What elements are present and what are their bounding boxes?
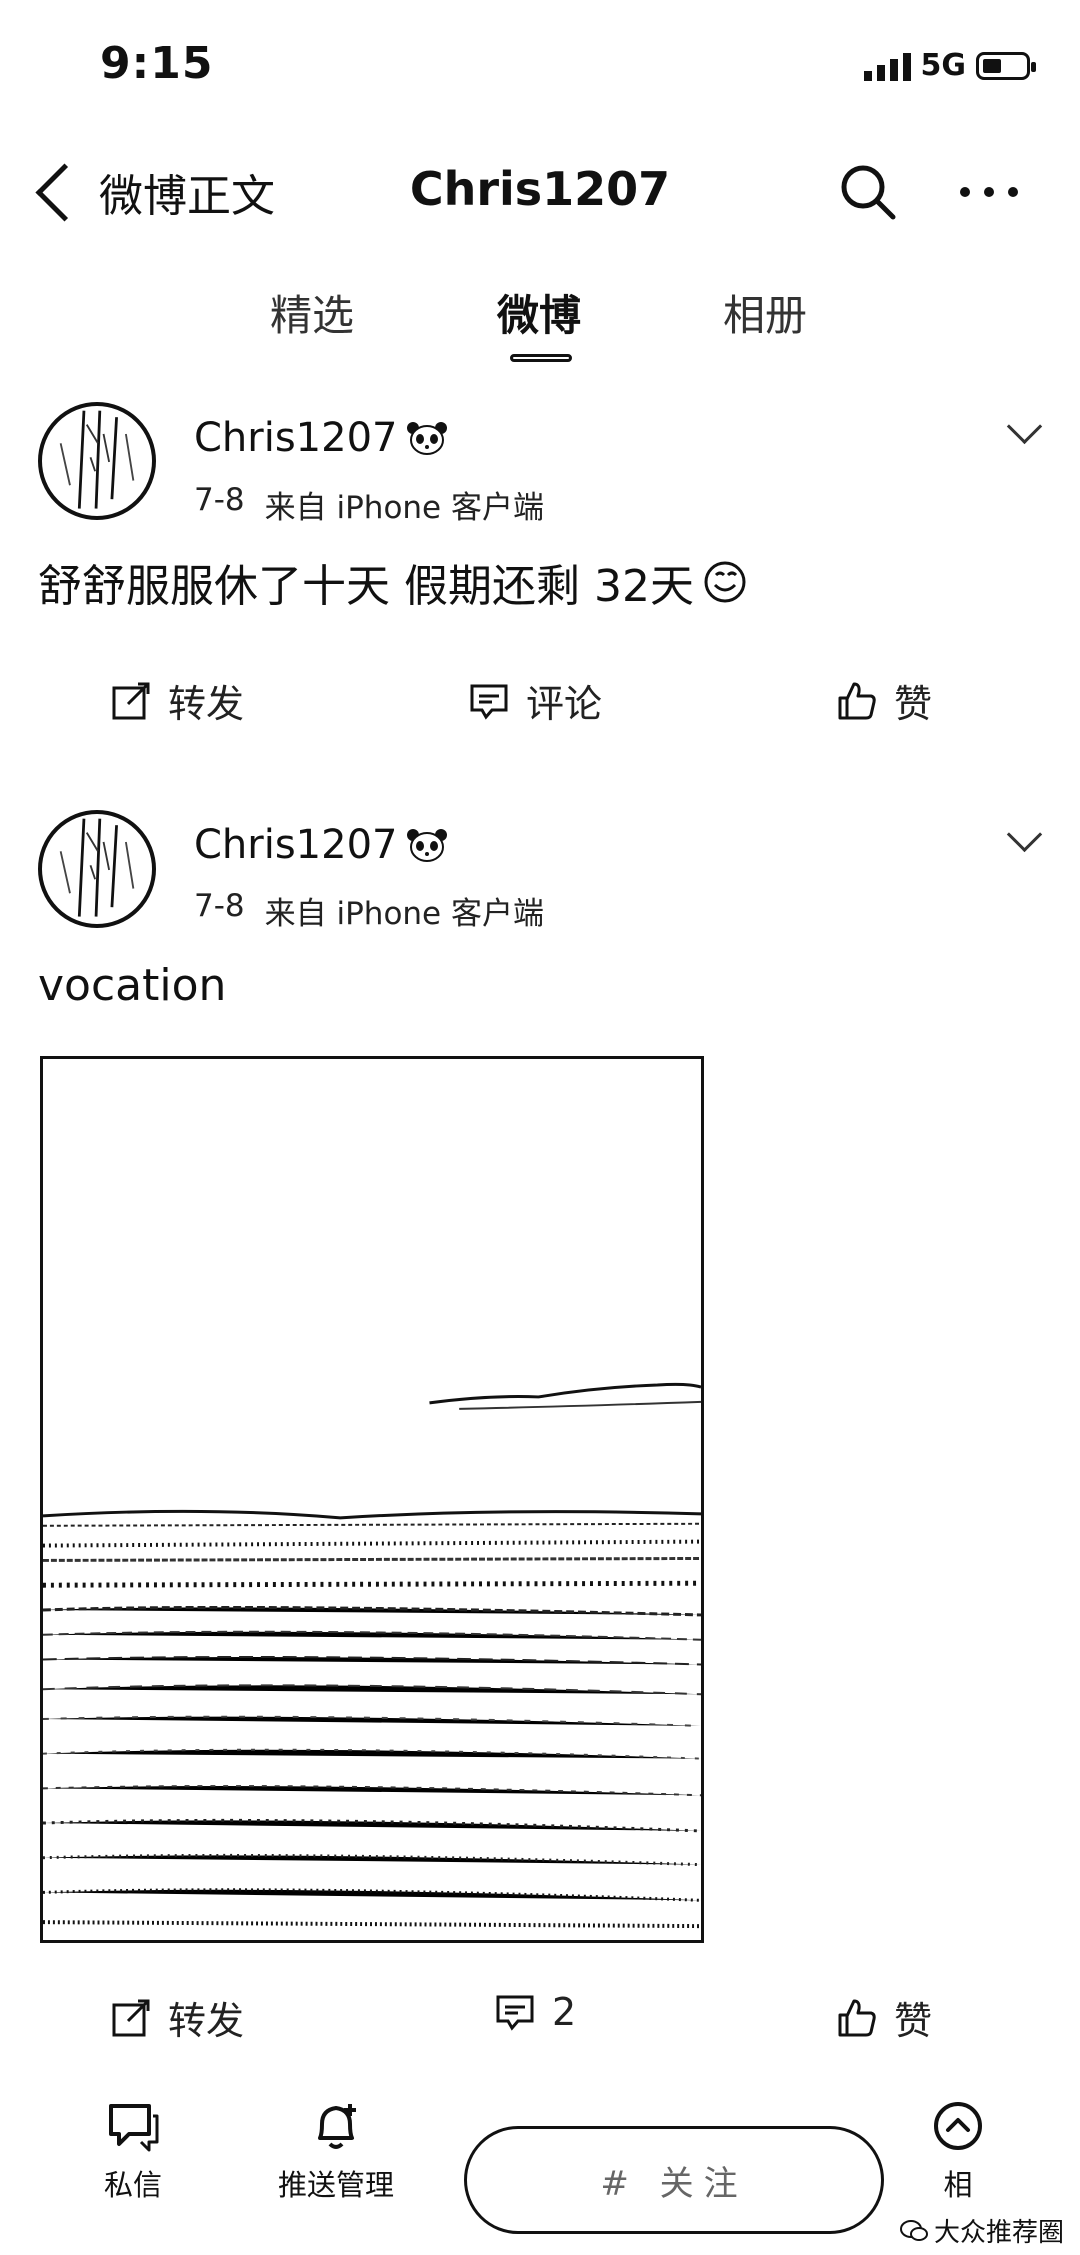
- chevron-left-icon: [35, 163, 94, 221]
- wechat-icon: [899, 2219, 928, 2241]
- recommend-button[interactable]: 相: [930, 2098, 986, 2204]
- panda-badge-icon: [407, 422, 448, 455]
- chevron-down-icon[interactable]: [1006, 408, 1043, 445]
- post-author[interactable]: Chris1207: [194, 822, 449, 868]
- comment-count: 2: [552, 1990, 577, 2034]
- post-text: vocation: [38, 960, 227, 1011]
- comment-button[interactable]: 评论: [468, 673, 602, 728]
- landscape-image: [43, 1060, 701, 1939]
- username: Chris1207: [194, 822, 398, 868]
- back-label: 微博正文: [99, 171, 275, 222]
- post-meta: 7-8 来自 iPhone 客户端: [194, 888, 544, 933]
- back-button[interactable]: 微博正文: [30, 160, 275, 224]
- signal-icon: [863, 51, 911, 81]
- network-type: 5G: [920, 48, 967, 83]
- chevron-down-icon[interactable]: [1006, 816, 1043, 853]
- like-button[interactable]: 赞: [836, 673, 932, 728]
- comment-icon: [470, 684, 508, 720]
- more-dot-icon: [1008, 187, 1018, 197]
- avatar-image: [59, 410, 135, 509]
- post-source: 来自 iPhone 客户端: [264, 896, 544, 932]
- follow-button[interactable]: # 关注: [464, 2126, 884, 2234]
- status-indicators: 5G: [863, 48, 1036, 83]
- post-source: 来自 iPhone 客户端: [264, 490, 544, 526]
- avatar-image: [59, 818, 135, 917]
- comment-button[interactable]: 2: [494, 1990, 576, 2034]
- search-button[interactable]: [838, 162, 898, 222]
- more-options-button[interactable]: [960, 180, 1060, 204]
- post-meta: 7-8 来自 iPhone 客户端: [194, 482, 544, 527]
- like-button[interactable]: 赞: [836, 1990, 932, 2045]
- repost-button[interactable]: 转发: [110, 673, 244, 728]
- search-icon: [841, 165, 896, 220]
- push-settings-button[interactable]: 推送管理: [278, 2098, 394, 2204]
- push-settings-label: 推送管理: [278, 2168, 395, 2202]
- comment-icon: [496, 1995, 534, 2031]
- repost-label: 转发: [168, 682, 245, 726]
- avatar[interactable]: [38, 402, 156, 520]
- avatar[interactable]: [38, 810, 156, 928]
- repost-label: 转发: [168, 1999, 245, 2043]
- messages-label: 私信: [104, 2168, 163, 2202]
- post-text: 舒舒服服休了十天 假期还剩 32天: [38, 561, 694, 612]
- more-dot-icon: [960, 187, 970, 197]
- like-label: 赞: [894, 682, 933, 726]
- watermark: 大众推荐圈: [899, 2212, 1064, 2249]
- repost-button[interactable]: 转发: [110, 1990, 244, 2045]
- follow-label: # 关注: [600, 2163, 748, 2204]
- more-dot-icon: [984, 187, 994, 197]
- battery-icon: [976, 51, 1036, 80]
- profile-tabs: 精选 微博 相册: [0, 282, 1080, 372]
- post-photo[interactable]: [40, 1056, 704, 1943]
- tab-weibo[interactable]: 微博: [497, 282, 581, 343]
- post-actions: 转发 2 赞: [0, 1990, 1080, 2060]
- emoji-icon: [704, 561, 746, 603]
- thumbs-up-icon: [838, 682, 876, 719]
- tab-featured[interactable]: 精选: [270, 282, 354, 343]
- chevron-up-circle-icon: [934, 2102, 982, 2150]
- repost-icon: [112, 682, 150, 719]
- messages-button[interactable]: 私信: [104, 2098, 162, 2204]
- active-tab-indicator: [510, 354, 572, 362]
- post-actions: 转发 评论 赞: [0, 673, 1080, 743]
- thumbs-up-icon: [838, 1999, 876, 2036]
- watermark-text: 大众推荐圈: [933, 2218, 1064, 2248]
- tab-album[interactable]: 相册: [723, 282, 807, 343]
- recommend-label: 相: [943, 2168, 973, 2202]
- post-author[interactable]: Chris1207: [194, 415, 449, 461]
- post-date: 7-8: [194, 888, 245, 924]
- panda-badge-icon: [407, 829, 448, 862]
- comment-label: 评论: [526, 682, 603, 726]
- post-content: 舒舒服服休了十天 假期还剩 32天: [38, 550, 748, 614]
- like-label: 赞: [894, 1999, 933, 2043]
- status-time: 9:15: [100, 38, 214, 89]
- post-date: 7-8: [194, 482, 245, 518]
- repost-icon: [112, 1999, 150, 2036]
- chat-icon: [109, 2104, 159, 2152]
- bell-plus-icon: [318, 2104, 356, 2149]
- username: Chris1207: [194, 415, 398, 461]
